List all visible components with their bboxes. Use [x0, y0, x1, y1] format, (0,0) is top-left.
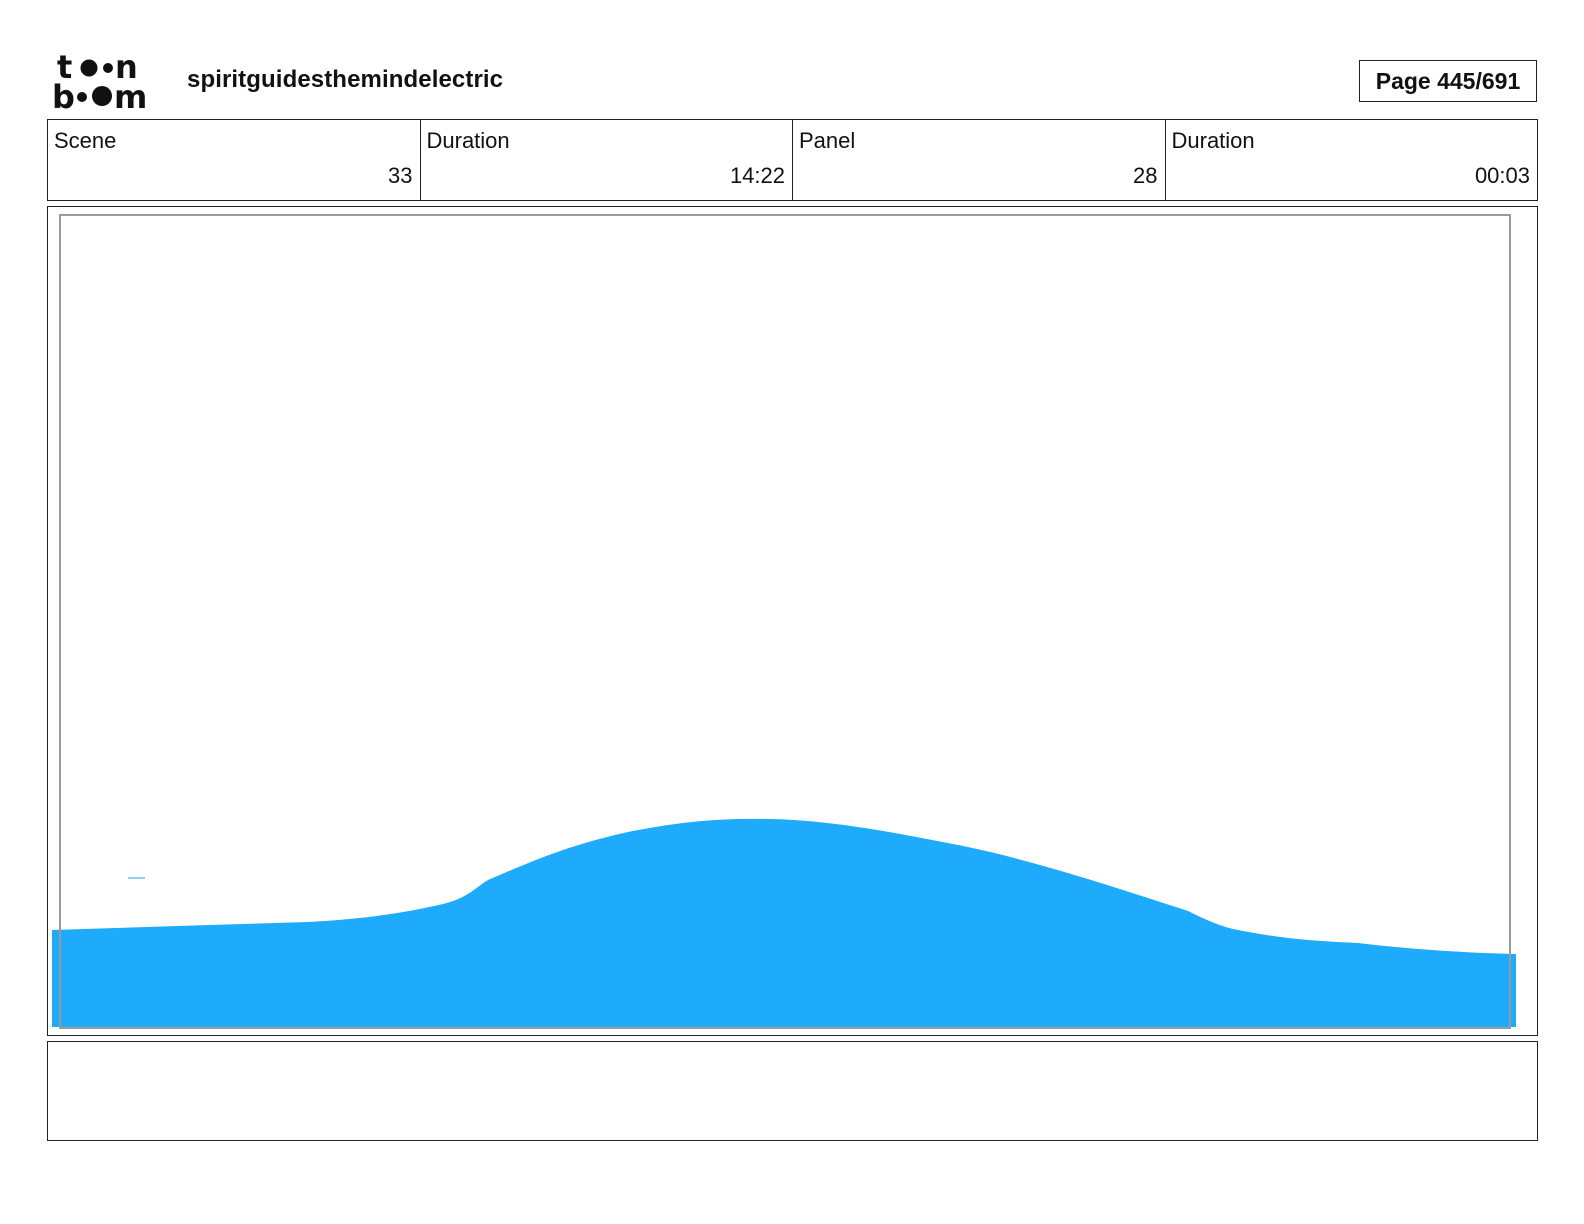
- panel-info-table: Scene 33 Duration 14:22 Panel 28 Duratio…: [47, 119, 1538, 201]
- logo-letter-m: m: [114, 78, 147, 112]
- panel-cell: Panel 28: [793, 120, 1166, 200]
- logo-dot: [77, 92, 87, 102]
- logo-dot: [80, 59, 98, 77]
- page-counter: Page 445/691: [1359, 60, 1537, 102]
- scene-value: 33: [388, 163, 413, 188]
- panel-duration-label: Duration: [1171, 128, 1255, 153]
- safe-area-guide: [59, 214, 1511, 1029]
- project-title: spiritguidesthemindelectric: [187, 66, 504, 93]
- logo-dot: [103, 63, 113, 73]
- panel-duration-value: 00:03: [1474, 163, 1530, 188]
- logo-dot: [92, 86, 112, 106]
- panel-duration-cell: Duration 00:03: [1166, 120, 1538, 200]
- panel-notes-box: [47, 1041, 1538, 1141]
- scene-duration-value: 14:22: [729, 163, 785, 188]
- scene-duration-label: Duration: [426, 128, 510, 153]
- logo-letter-b: b: [52, 78, 75, 112]
- scene-duration-cell: Duration 14:22: [421, 120, 793, 200]
- toon-boom-logo: t n b m: [52, 48, 164, 116]
- panel-label: Panel: [799, 128, 856, 153]
- toon-boom-logo-mark: t n b m: [52, 48, 147, 116]
- storyboard-panel: [47, 206, 1538, 1036]
- panel-value: 28: [1133, 163, 1158, 188]
- scene-label: Scene: [54, 128, 117, 153]
- scene-cell: Scene 33: [48, 120, 421, 200]
